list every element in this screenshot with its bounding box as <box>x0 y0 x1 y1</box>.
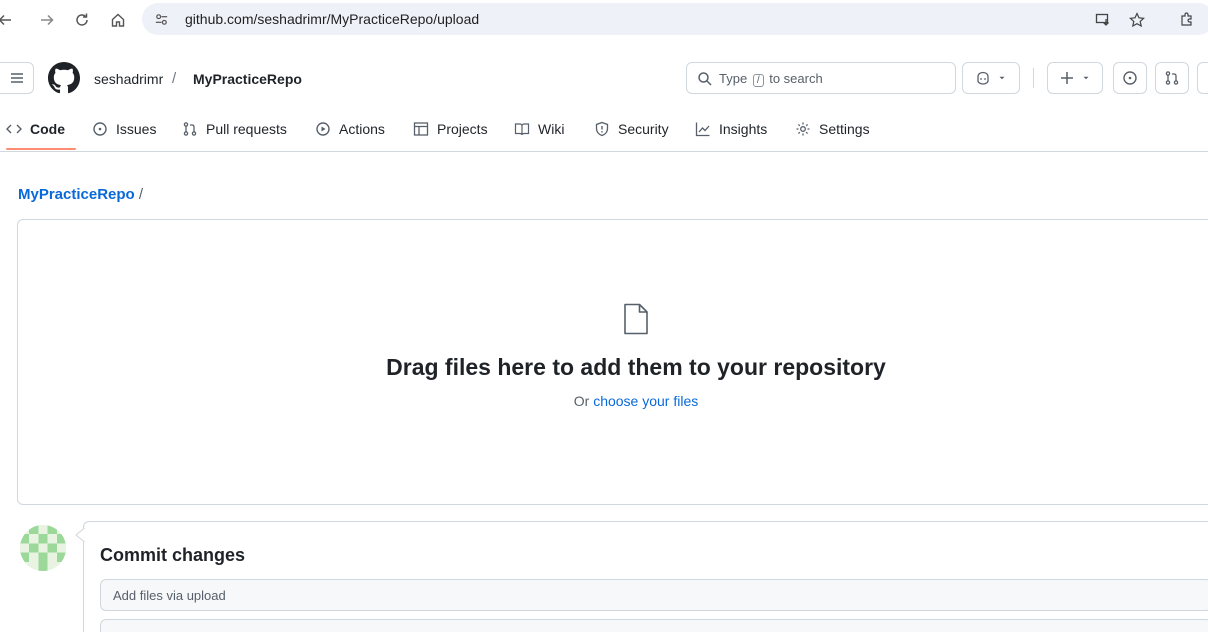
inbox-button[interactable] <box>1197 62 1208 94</box>
commit-caret <box>75 528 85 542</box>
back-arrow-icon[interactable] <box>0 9 16 31</box>
tab-pull-requests[interactable]: Pull requests <box>182 118 287 140</box>
search-placeholder: Type / to search <box>719 71 823 87</box>
breadcrumb-repo-link[interactable]: MyPracticeRepo <box>18 186 135 203</box>
search-icon <box>698 72 712 86</box>
tab-actions[interactable]: Actions <box>315 118 385 140</box>
create-new-button[interactable] <box>1047 62 1103 94</box>
tab-label: Security <box>618 121 669 137</box>
url-text[interactable]: github.com/seshadrimr/MyPracticeRepo/upl… <box>185 11 479 27</box>
copilot-button[interactable] <box>962 62 1020 94</box>
breadcrumb: MyPracticeRepo / <box>18 186 143 203</box>
choose-files-link[interactable]: choose your files <box>593 393 698 409</box>
owner-link[interactable]: seshadrimr <box>94 71 163 87</box>
chevron-down-icon <box>1083 76 1089 80</box>
tab-label: Settings <box>819 121 870 137</box>
repo-link[interactable]: MyPracticeRepo <box>193 71 302 87</box>
breadcrumb-separator: / <box>134 186 144 203</box>
tab-label: Actions <box>339 121 385 137</box>
header-divider <box>1033 68 1034 88</box>
github-header: seshadrimr / MyPracticeRepo Type / to se… <box>0 58 1208 102</box>
tab-label: Code <box>30 121 65 137</box>
issue-icon <box>93 122 107 136</box>
forward-arrow-icon[interactable] <box>36 9 58 31</box>
tab-label: Wiki <box>538 121 565 137</box>
reload-icon[interactable] <box>71 9 93 31</box>
avatar <box>20 525 66 571</box>
search-input[interactable]: Type / to search <box>686 62 956 94</box>
extensions-icon[interactable] <box>1176 9 1198 31</box>
path-separator: / <box>172 70 177 87</box>
tab-label: Issues <box>116 121 157 137</box>
search-shortcut-key: / <box>752 74 764 87</box>
dropzone-subtitle: Or choose your files <box>573 393 699 409</box>
commit-panel <box>83 521 1208 632</box>
pull-request-icon <box>183 122 197 136</box>
hamburger-icon <box>10 73 23 83</box>
active-tab-indicator <box>6 148 76 150</box>
tab-issues[interactable]: Issues <box>92 118 156 140</box>
plus-icon <box>1061 72 1073 84</box>
tab-label: Insights <box>719 121 768 137</box>
repo-nav: Code Issues Pull requests Actions Projec… <box>0 108 1208 152</box>
tab-label: Pull requests <box>206 121 287 137</box>
menu-button[interactable] <box>0 62 34 94</box>
home-icon[interactable] <box>107 9 129 31</box>
file-icon <box>624 303 648 335</box>
table-icon <box>413 122 429 136</box>
tab-security[interactable]: Security <box>594 118 669 140</box>
commit-description-input[interactable] <box>100 619 1208 632</box>
issues-button[interactable] <box>1113 62 1147 94</box>
commit-message-placeholder: Add files via upload <box>113 588 226 603</box>
tab-insights[interactable]: Insights <box>695 118 767 140</box>
play-icon <box>316 122 330 136</box>
install-app-icon[interactable] <box>1092 9 1114 31</box>
tab-projects[interactable]: Projects <box>413 118 488 140</box>
site-info-icon[interactable] <box>152 10 170 28</box>
commit-message-input[interactable]: Add files via upload <box>100 579 1208 611</box>
shield-icon <box>595 121 609 137</box>
dropzone-title: Drag files here to add them to your repo… <box>386 354 886 380</box>
commit-title: Commit changes <box>100 545 246 565</box>
tab-wiki[interactable]: Wiki <box>514 118 564 140</box>
gear-icon <box>796 122 810 136</box>
bookmark-star-icon[interactable] <box>1126 9 1148 31</box>
github-logo-icon[interactable] <box>48 62 80 94</box>
tab-settings[interactable]: Settings <box>795 118 870 140</box>
graph-icon <box>695 122 710 137</box>
pull-request-icon <box>1165 71 1179 85</box>
browser-toolbar: github.com/seshadrimr/MyPracticeRepo/upl… <box>0 0 1208 40</box>
issue-icon <box>1123 71 1137 85</box>
tab-label: Projects <box>437 121 488 137</box>
book-icon <box>514 123 530 136</box>
tab-code[interactable]: Code <box>6 118 65 140</box>
copilot-icon <box>977 71 989 85</box>
code-icon <box>6 124 22 134</box>
pull-requests-button[interactable] <box>1155 62 1189 94</box>
chevron-down-icon <box>999 76 1005 80</box>
